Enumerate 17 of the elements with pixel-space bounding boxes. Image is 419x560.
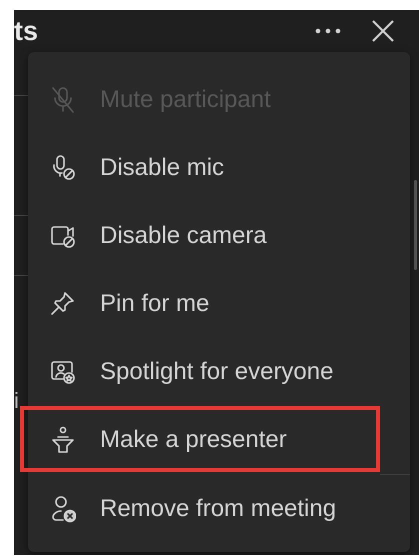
- menu-item[interactable]: Remove from meeting: [28, 475, 410, 543]
- spotlight-icon: [50, 358, 76, 386]
- microphone-blocked-icon: [50, 154, 76, 182]
- close-icon: [371, 19, 395, 43]
- more-icon: [315, 28, 341, 34]
- menu-item[interactable]: Disable mic: [28, 134, 410, 202]
- scrollbar[interactable]: [414, 180, 417, 270]
- menu-item[interactable]: Make a presenter: [28, 406, 410, 474]
- presenter-icon: [50, 426, 76, 454]
- muted-microphone-icon: [50, 86, 76, 114]
- remove-person-icon: [50, 495, 76, 523]
- pin-icon: [50, 290, 76, 318]
- menu-item[interactable]: Spotlight for everyone: [28, 338, 410, 406]
- panel-title: ts: [14, 18, 40, 44]
- menu-item[interactable]: Disable camera: [28, 202, 410, 270]
- menu-item[interactable]: Pin for me: [28, 270, 410, 338]
- background-text: i: [14, 388, 19, 414]
